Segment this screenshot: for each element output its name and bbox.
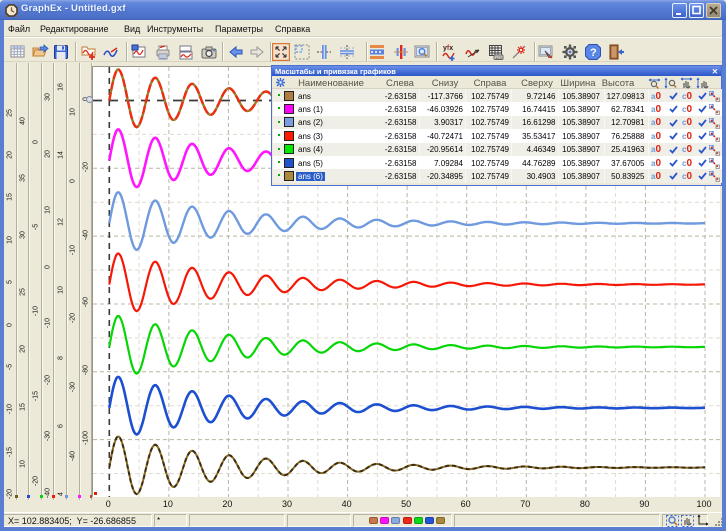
svg-text:yfx: yfx <box>443 45 453 52</box>
svg-text:123: 123 <box>495 54 502 59</box>
svg-text:?: ? <box>590 47 597 59</box>
